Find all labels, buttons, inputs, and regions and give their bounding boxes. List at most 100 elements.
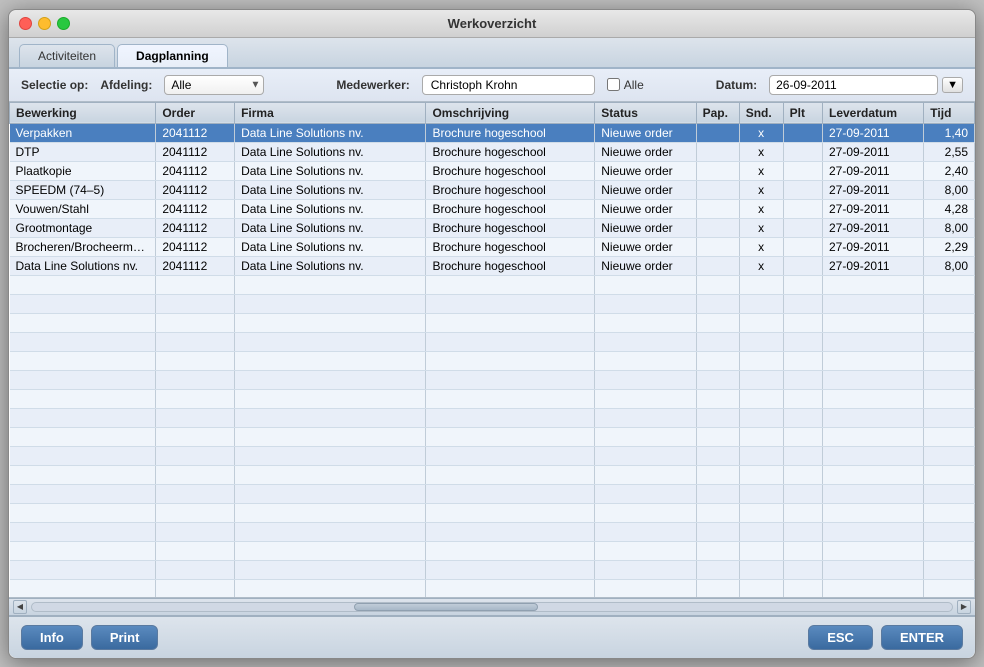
cell-empty-snd: [739, 427, 783, 446]
cell-empty-plt: [783, 275, 822, 294]
medewerker-input[interactable]: [422, 75, 595, 95]
alle-label: Alle: [624, 78, 644, 92]
cell-firma: Data Line Solutions nv.: [235, 161, 426, 180]
table-row-empty: [10, 503, 975, 522]
cell-empty-pap: [696, 484, 739, 503]
cell-plt: [783, 218, 822, 237]
cell-empty-status: [595, 389, 696, 408]
alle-checkbox[interactable]: [607, 78, 620, 91]
cell-pap: [696, 256, 739, 275]
cell-empty-firma: [235, 389, 426, 408]
cell-empty-firma: [235, 275, 426, 294]
cell-empty-omschrijving: [426, 579, 595, 598]
cell-order: 2041112: [156, 256, 235, 275]
cell-empty-leverdatum: [823, 389, 924, 408]
cell-empty-plt: [783, 313, 822, 332]
col-header-bewerking: Bewerking: [10, 102, 156, 123]
cell-empty-snd: [739, 294, 783, 313]
cell-empty-order: [156, 579, 235, 598]
cell-empty-firma: [235, 560, 426, 579]
cell-empty-snd: [739, 465, 783, 484]
cell-leverdatum: 27-09-2011: [823, 142, 924, 161]
cell-empty-bewerking: [10, 408, 156, 427]
cell-empty-firma: [235, 370, 426, 389]
cell-empty-plt: [783, 351, 822, 370]
cell-empty-snd: [739, 522, 783, 541]
cell-empty-tijd: [924, 332, 975, 351]
cell-empty-bewerking: [10, 503, 156, 522]
datum-label: Datum:: [716, 78, 757, 92]
scroll-right-button[interactable]: ▶: [957, 600, 971, 614]
cell-leverdatum: 27-09-2011: [823, 256, 924, 275]
table-row[interactable]: Vouwen/Stahl2041112Data Line Solutions n…: [10, 199, 975, 218]
cell-empty-plt: [783, 408, 822, 427]
cell-status: Nieuwe order: [595, 218, 696, 237]
cell-status: Nieuwe order: [595, 142, 696, 161]
cell-empty-bewerking: [10, 522, 156, 541]
col-header-status: Status: [595, 102, 696, 123]
cell-firma: Data Line Solutions nv.: [235, 256, 426, 275]
cell-omschrijving: Brochure hogeschool: [426, 218, 595, 237]
cell-empty-order: [156, 484, 235, 503]
esc-button[interactable]: ESC: [808, 625, 873, 650]
cell-empty-tijd: [924, 294, 975, 313]
cell-pap: [696, 237, 739, 256]
print-button[interactable]: Print: [91, 625, 159, 650]
table-row-empty: [10, 294, 975, 313]
cell-order: 2041112: [156, 142, 235, 161]
cell-tijd: 8,00: [924, 256, 975, 275]
tab-activiteiten[interactable]: Activiteiten: [19, 44, 115, 67]
cell-empty-order: [156, 389, 235, 408]
cell-empty-leverdatum: [823, 560, 924, 579]
table-row[interactable]: Grootmontage2041112Data Line Solutions n…: [10, 218, 975, 237]
window-title: Werkoverzicht: [448, 16, 537, 31]
cell-snd: x: [739, 218, 783, 237]
data-table: Bewerking Order Firma Omschrijving Statu…: [9, 102, 975, 598]
cell-order: 2041112: [156, 199, 235, 218]
table-row[interactable]: DTP2041112Data Line Solutions nv.Brochur…: [10, 142, 975, 161]
enter-button[interactable]: ENTER: [881, 625, 963, 650]
col-header-order: Order: [156, 102, 235, 123]
table-row-empty: [10, 275, 975, 294]
datum-input[interactable]: [769, 75, 938, 95]
cell-empty-order: [156, 275, 235, 294]
info-button[interactable]: Info: [21, 625, 83, 650]
cell-pap: [696, 199, 739, 218]
cell-empty-status: [595, 579, 696, 598]
cell-empty-status: [595, 313, 696, 332]
table-row[interactable]: Plaatkopie2041112Data Line Solutions nv.…: [10, 161, 975, 180]
cell-empty-leverdatum: [823, 313, 924, 332]
minimize-button[interactable]: [38, 17, 51, 30]
cell-empty-plt: [783, 579, 822, 598]
table-row[interactable]: SPEEDM (74–5)2041112Data Line Solutions …: [10, 180, 975, 199]
cell-omschrijving: Brochure hogeschool: [426, 142, 595, 161]
cell-empty-omschrijving: [426, 541, 595, 560]
cell-empty-tijd: [924, 579, 975, 598]
cell-empty-omschrijving: [426, 275, 595, 294]
maximize-button[interactable]: [57, 17, 70, 30]
scroll-left-button[interactable]: ◀: [13, 600, 27, 614]
cell-empty-pap: [696, 503, 739, 522]
scrollbar-track[interactable]: [31, 602, 953, 612]
table-row[interactable]: Data Line Solutions nv.2041112Data Line …: [10, 256, 975, 275]
cell-empty-snd: [739, 370, 783, 389]
table-row[interactable]: Brocheren/Brocheermachi2041112Data Line …: [10, 237, 975, 256]
cell-empty-omschrijving: [426, 522, 595, 541]
cell-empty-firma: [235, 465, 426, 484]
afdeling-select[interactable]: Alle: [164, 75, 264, 95]
table-row[interactable]: Verpakken2041112Data Line Solutions nv.B…: [10, 123, 975, 142]
cell-tijd: 2,55: [924, 142, 975, 161]
close-button[interactable]: [19, 17, 32, 30]
cell-empty-firma: [235, 408, 426, 427]
tab-dagplanning[interactable]: Dagplanning: [117, 44, 228, 67]
scrollbar-thumb[interactable]: [354, 603, 538, 611]
bottom-bar: Info Print ESC ENTER: [9, 616, 975, 658]
datum-picker-button[interactable]: ▼: [942, 77, 963, 93]
cell-empty-omschrijving: [426, 313, 595, 332]
cell-status: Nieuwe order: [595, 199, 696, 218]
table-row-empty: [10, 465, 975, 484]
cell-leverdatum: 27-09-2011: [823, 161, 924, 180]
cell-plt: [783, 161, 822, 180]
cell-empty-leverdatum: [823, 484, 924, 503]
cell-empty-status: [595, 408, 696, 427]
